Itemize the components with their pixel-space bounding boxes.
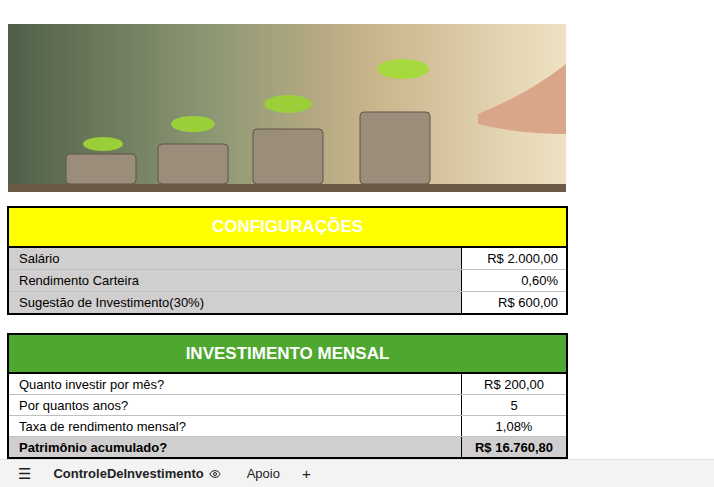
total-row: Patrimônio acumulado?R$ 16.760,80 xyxy=(9,436,566,457)
header-photo xyxy=(8,24,566,192)
row-label: Sugestão de Investimento(30%) xyxy=(9,292,461,313)
config-title: CONFIGURAÇÕES xyxy=(9,208,566,248)
input-row: Por quantos anos?5 xyxy=(9,394,566,415)
investment-title: INVESTIMENTO MENSAL xyxy=(9,335,566,374)
row-label: Por quantos anos? xyxy=(9,395,461,415)
config-row: SalárioR$ 2.000,00 xyxy=(9,248,566,269)
row-label: Rendimento Carteira xyxy=(9,270,461,291)
sheet-tab-bar: ☰ ControleDeInvestimento Apoio + xyxy=(0,459,714,487)
row-value[interactable]: R$ 2.000,00 xyxy=(461,248,566,269)
input-row: Quanto investir por mês?R$ 200,00 xyxy=(9,374,566,394)
config-row: Rendimento Carteira0,60% xyxy=(9,269,566,291)
spreadsheet-page: CONFIGURAÇÕESSalárioR$ 2.000,00Rendiment… xyxy=(0,0,714,487)
menu-button[interactable]: ☰ xyxy=(12,465,37,483)
row-value[interactable]: R$ 16.760,80 xyxy=(461,437,566,457)
config-row: Sugestão de Investimento(30%)R$ 600,00 xyxy=(9,291,566,313)
row-label: Salário xyxy=(9,248,461,269)
row-label: Quanto investir por mês? xyxy=(9,374,461,394)
sheet-tab[interactable]: ControleDeInvestimento xyxy=(43,466,230,481)
investment-table: INVESTIMENTO MENSALQuanto investir por m… xyxy=(7,333,568,459)
row-value[interactable]: 5 xyxy=(461,395,566,415)
eye-icon xyxy=(209,468,221,480)
config-table: CONFIGURAÇÕESSalárioR$ 2.000,00Rendiment… xyxy=(7,206,568,315)
input-row: Taxa de rendimento mensal?1,08% xyxy=(9,415,566,436)
row-label: Patrimônio acumulado? xyxy=(9,437,461,457)
coins-plant-icon xyxy=(8,24,566,192)
row-label: Taxa de rendimento mensal? xyxy=(9,416,461,436)
sheet-tab[interactable]: Apoio xyxy=(237,466,290,481)
row-value[interactable]: 0,60% xyxy=(461,270,566,291)
row-value[interactable]: 1,08% xyxy=(461,416,566,436)
row-value[interactable]: R$ 600,00 xyxy=(461,292,566,313)
row-value[interactable]: R$ 200,00 xyxy=(461,374,566,394)
add-sheet-button[interactable]: + xyxy=(296,465,317,482)
sheet-area: CONFIGURAÇÕESSalárioR$ 2.000,00Rendiment… xyxy=(0,0,714,459)
